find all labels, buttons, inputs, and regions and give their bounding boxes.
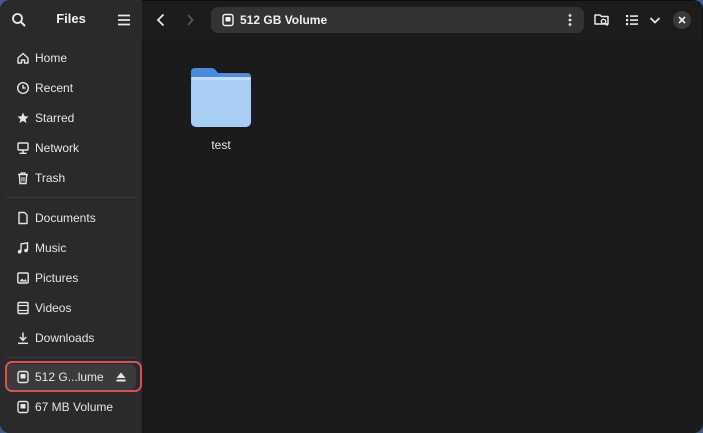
sidebar-item-label: Music: [35, 241, 67, 255]
star-icon: [17, 112, 29, 123]
sidebar-item-network[interactable]: Network: [6, 135, 136, 161]
sidebar-item-pictures[interactable]: Pictures: [6, 265, 136, 291]
sidebar-item-label: Network: [35, 141, 80, 155]
sidebar-item-videos[interactable]: Videos: [6, 295, 136, 321]
folder-name: test: [211, 138, 231, 152]
sidebar-separator: [6, 197, 136, 198]
selection-highlight: [5, 361, 142, 392]
document-icon: [18, 211, 28, 225]
sidebar-header: Files: [0, 0, 142, 40]
sidebar-item-documents[interactable]: Documents: [6, 205, 136, 231]
folder-search-icon: [594, 14, 609, 27]
video-icon: [17, 301, 29, 315]
sidebar-item-label: Home: [35, 51, 68, 65]
drive-icon: [222, 13, 234, 27]
sidebar-item-starred[interactable]: Starred: [6, 105, 136, 131]
sidebar: Files Home Recent Starred Network Trash …: [0, 0, 142, 433]
network-icon: [17, 142, 29, 155]
current-location: 512 GB Volume: [240, 13, 328, 27]
location-bar[interactable]: 512 GB Volume: [211, 7, 584, 33]
search-location-button[interactable]: [592, 10, 612, 30]
picture-icon: [17, 272, 29, 284]
sidebar-item-label: Downloads: [35, 331, 95, 345]
view-mode-button[interactable]: [622, 10, 642, 30]
sidebar-item-music[interactable]: Music: [6, 235, 136, 261]
sidebar-item-label: Recent: [35, 81, 74, 95]
more-vertical-icon[interactable]: [562, 12, 578, 28]
files-window: Files Home Recent Starred Network Trash …: [0, 0, 703, 433]
sidebar-item-home[interactable]: Home: [6, 45, 136, 71]
sidebar-separator: [6, 357, 136, 358]
folder-icon: [191, 68, 251, 127]
folder-item[interactable]: test: [182, 60, 260, 160]
sidebar-item-label: Videos: [35, 301, 72, 315]
download-icon: [18, 332, 28, 345]
sidebar-item-label: 67 MB Volume: [35, 400, 114, 414]
sidebar-item-trash[interactable]: Trash: [6, 165, 136, 191]
chevron-right-icon: [187, 14, 194, 26]
header-bar: 512 GB Volume: [142, 0, 703, 40]
sidebar-item-label: Starred: [35, 111, 75, 125]
music-icon: [17, 241, 29, 254]
list-view-icon: [626, 15, 638, 26]
file-view: test: [142, 40, 703, 433]
sidebar-item-label: Documents: [35, 211, 96, 225]
sidebar-item-label: Pictures: [35, 271, 79, 285]
sidebar-item-downloads[interactable]: Downloads: [6, 325, 136, 351]
sidebar-item-67mb-volume[interactable]: 67 MB Volume: [6, 394, 136, 420]
sidebar-item-label: Trash: [35, 171, 66, 185]
close-button[interactable]: [673, 11, 691, 29]
forward-button[interactable]: [180, 10, 200, 30]
clock-icon: [16, 81, 30, 95]
home-icon: [17, 52, 29, 64]
view-options-button[interactable]: [645, 10, 665, 30]
main-menu-button[interactable]: [114, 10, 134, 30]
sidebar-item-recent[interactable]: Recent: [6, 75, 136, 101]
chevron-down-icon: [649, 17, 661, 24]
back-button[interactable]: [151, 10, 171, 30]
drive-icon: [17, 400, 29, 414]
close-icon: [678, 16, 686, 24]
hamburger-icon: [118, 14, 130, 26]
chevron-left-icon: [156, 13, 165, 27]
trash-icon: [18, 172, 28, 185]
